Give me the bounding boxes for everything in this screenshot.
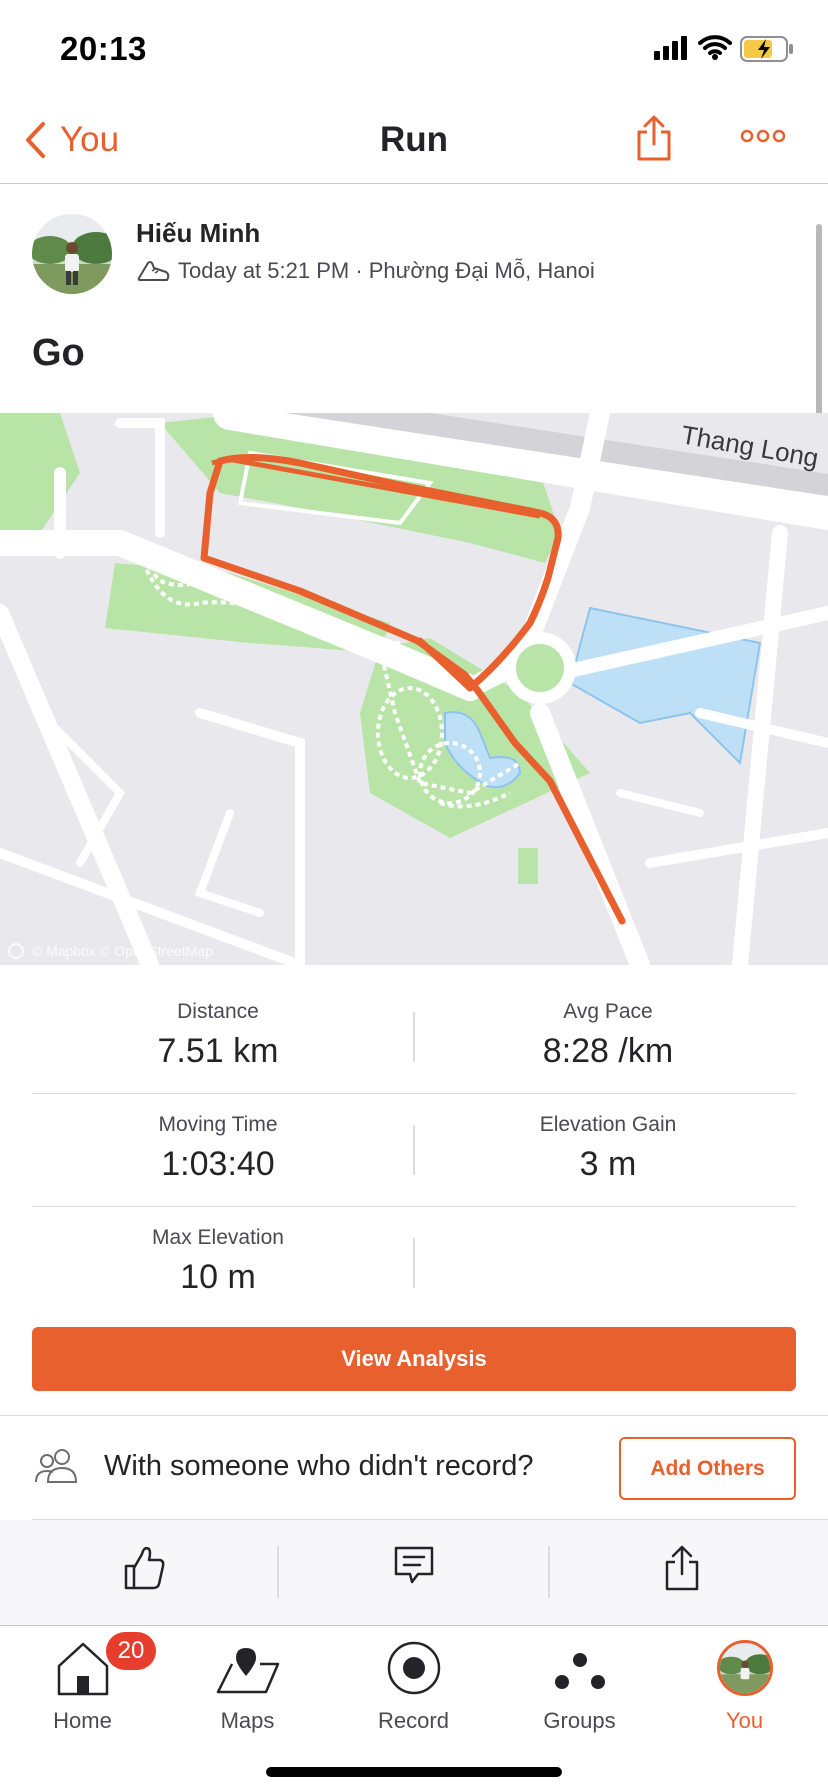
stat-value: 10 m (180, 1258, 256, 1296)
thumbs-up-icon[interactable] (122, 1544, 166, 1592)
page-title: Run (379, 120, 449, 159)
athlete-avatar[interactable] (32, 214, 112, 294)
add-others-button[interactable]: Add Others (619, 1437, 796, 1500)
notification-badge: 20 (106, 1632, 156, 1670)
route-map[interactable]: Thang Long © Mapbox © OpenStreetMap (0, 413, 828, 965)
comment-icon[interactable] (392, 1544, 436, 1588)
map-canvas: Thang Long (0, 413, 828, 965)
tab-label: You (725, 1708, 764, 1733)
stat-value: 7.51 km (157, 1032, 279, 1070)
stat-value: 1:03:40 (161, 1145, 275, 1183)
athlete-name[interactable]: Hiếu Minh (136, 218, 260, 249)
tab-groups[interactable]: Groups (497, 1626, 662, 1736)
groups-icon (554, 1653, 605, 1689)
park-area (518, 848, 538, 884)
activity-meta-text: Today at 5:21 PM · Phường Đại Mỗ, Hanoi (178, 258, 595, 283)
activity-meta: Today at 5:21 PM · Phường Đại Mỗ, Hanoi (136, 258, 595, 284)
tab-home[interactable]: 20 Home (0, 1626, 165, 1736)
stat-value: 8:28 /km (542, 1032, 674, 1070)
stat-avg-pace: Avg Pace 8:28 /km (418, 1000, 798, 1071)
map-pin-icon (216, 1648, 279, 1694)
divider (548, 1546, 550, 1598)
tab-record[interactable]: Record (331, 1626, 496, 1736)
profile-avatar (716, 1640, 773, 1696)
status-bar: 20:13 (0, 0, 828, 96)
divider (277, 1546, 279, 1598)
roundabout (504, 632, 576, 704)
divider (413, 1238, 415, 1288)
divider (32, 1093, 796, 1094)
divider (32, 1206, 796, 1207)
activity-actions (0, 1520, 828, 1625)
navigation-bar: You Run (0, 96, 828, 184)
cellular-signal-icon (654, 36, 687, 60)
tab-label: Groups (543, 1708, 616, 1733)
stat-max-elevation: Max Elevation 10 m (28, 1226, 408, 1297)
stat-label: Avg Pace (563, 1000, 653, 1023)
stat-moving-time: Moving Time 1:03:40 (28, 1113, 408, 1184)
divider (413, 1012, 415, 1062)
stat-value: 3 m (579, 1145, 637, 1183)
activity-title: Go (32, 332, 85, 374)
record-icon (387, 1641, 440, 1695)
add-others-prompt: With someone who didn't record? (104, 1450, 534, 1482)
stat-distance: Distance 7.51 km (28, 1000, 408, 1071)
people-icon (35, 1449, 78, 1483)
tab-maps[interactable]: Maps (165, 1626, 330, 1736)
running-shoe-icon (137, 261, 170, 281)
more-options-button[interactable] (740, 128, 786, 144)
mapbox-logo-icon (8, 943, 24, 959)
add-others-row: With someone who didn't record? Add Othe… (0, 1416, 828, 1520)
wifi-icon (698, 35, 732, 60)
stat-label: Elevation Gain (539, 1113, 677, 1136)
stat-label: Moving Time (158, 1113, 278, 1136)
status-time: 20:13 (60, 30, 147, 67)
tab-label: Maps (220, 1708, 275, 1733)
battery-charging-icon (740, 36, 793, 62)
home-icon (57, 1642, 108, 1696)
tab-label: Record (378, 1708, 449, 1733)
share-button[interactable] (636, 114, 672, 162)
stat-label: Distance (177, 1000, 259, 1023)
stat-elevation-gain: Elevation Gain 3 m (418, 1113, 798, 1184)
tab-you[interactable]: You (662, 1626, 827, 1736)
map-attribution: © Mapbox © OpenStreetMap (8, 943, 213, 959)
divider (413, 1125, 415, 1175)
stat-label: Max Elevation (152, 1226, 284, 1249)
tab-bar: 20 Home Maps Record Groups You (0, 1625, 828, 1792)
home-indicator[interactable] (266, 1767, 562, 1777)
share-icon[interactable] (664, 1544, 700, 1592)
tab-label: Home (53, 1708, 112, 1733)
view-analysis-button[interactable]: View Analysis (32, 1327, 796, 1391)
